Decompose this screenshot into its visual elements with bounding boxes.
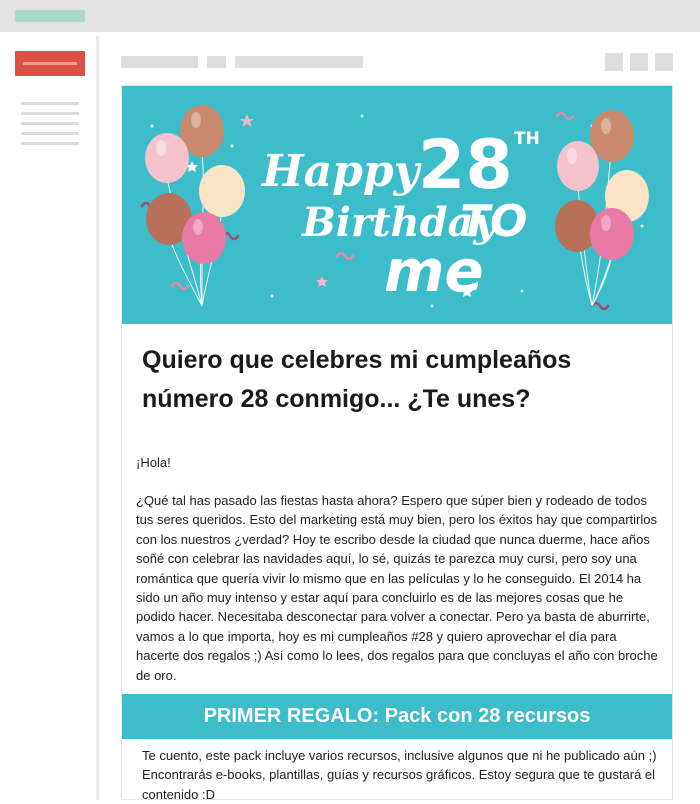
sidebar-item-2[interactable] bbox=[21, 112, 79, 115]
email-message: Happy 28 TH Birthday TO me Quiero que ce… bbox=[121, 85, 673, 802]
sidebar-item-3[interactable] bbox=[21, 122, 79, 125]
sidebar bbox=[0, 32, 97, 800]
email-body-paragraph: ¿Qué tal has pasado las fiestas hasta ah… bbox=[136, 493, 658, 683]
compose-button[interactable] bbox=[15, 51, 85, 76]
section-title: PRIMER REGALO: Pack con 28 recursos bbox=[203, 705, 591, 727]
banner-number-text: 28 bbox=[418, 126, 513, 205]
email-headline: Quiero que celebres mi cumpleaños número… bbox=[142, 346, 572, 413]
email-subject-placeholder bbox=[235, 56, 363, 68]
sidebar-item-4[interactable] bbox=[21, 132, 79, 135]
birthday-banner: Happy 28 TH Birthday TO me bbox=[122, 86, 672, 324]
email-sender-placeholder bbox=[121, 56, 198, 68]
forward-button[interactable] bbox=[630, 53, 648, 71]
banner-me-text: me bbox=[384, 237, 484, 305]
birthday-banner-art: Happy 28 TH Birthday TO me bbox=[122, 86, 672, 324]
compose-button-label-placeholder bbox=[23, 62, 77, 65]
email-greeting: ¡Hola! bbox=[136, 455, 171, 470]
sidebar-divider bbox=[96, 36, 99, 800]
banner-happy-text: Happy bbox=[260, 146, 423, 197]
section-body-paragraph: Te cuento, este pack incluye varios recu… bbox=[142, 748, 657, 802]
sidebar-item-1[interactable] bbox=[21, 102, 79, 105]
email-meta-placeholder bbox=[207, 56, 226, 68]
tab-placeholder[interactable] bbox=[15, 10, 85, 22]
more-options-button[interactable] bbox=[655, 53, 673, 71]
sidebar-item-5[interactable] bbox=[21, 142, 79, 145]
banner-suffix-text: TH bbox=[514, 129, 540, 149]
section-header-bar: PRIMER REGALO: Pack con 28 recursos bbox=[122, 694, 672, 739]
browser-top-bar bbox=[0, 0, 700, 32]
reply-button[interactable] bbox=[605, 53, 623, 71]
